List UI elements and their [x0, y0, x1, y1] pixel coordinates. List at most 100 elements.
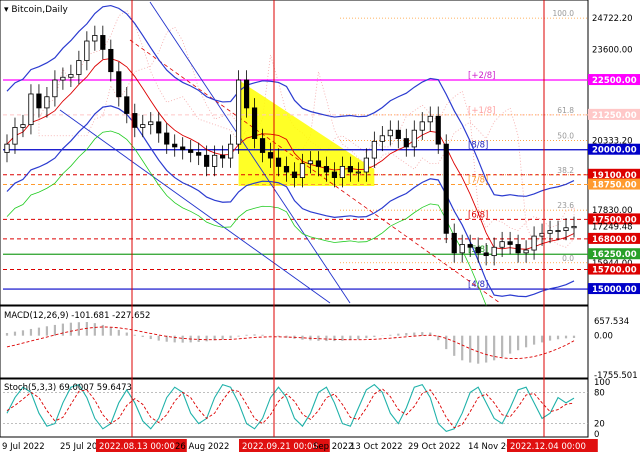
candle-body-16 — [132, 113, 138, 128]
candle-body-69 — [555, 230, 561, 232]
price-label-0: 24722.20 — [592, 14, 633, 24]
candle-body-51 — [411, 129, 417, 148]
candle-body-50 — [403, 138, 409, 148]
date-label-3: 26 Aug 2022 — [175, 442, 229, 452]
fib-label-0: 100.0 — [553, 9, 575, 18]
date-label-4: 2022.09.21 00:00 — [242, 442, 318, 452]
candle-body-20 — [164, 132, 170, 145]
candle-body-66 — [531, 235, 537, 251]
candle-body-62 — [499, 241, 505, 248]
candle-body-17 — [140, 124, 146, 128]
candle-body-55 — [443, 143, 449, 234]
date-label-9: 2022.12.04 00:00 — [510, 442, 586, 452]
candle-body-15 — [124, 96, 130, 114]
candle-body-45 — [363, 157, 369, 173]
candle-body-37 — [299, 163, 306, 178]
candle-body-71 — [571, 225, 577, 229]
price-label-7: 18750.00 — [592, 181, 637, 191]
candle-body-11 — [92, 35, 98, 42]
candle-body-38 — [307, 160, 314, 165]
price-label-15: 15000.00 — [592, 285, 637, 295]
macd-title: MACD(12,26,9) -101.681 -227.652 — [4, 311, 150, 321]
candle-body-46 — [371, 140, 377, 159]
fib-label-2: 50.0 — [557, 131, 574, 140]
price-label-2: 22500.00 — [592, 76, 637, 86]
candle-body-3 — [28, 93, 34, 126]
stoch-title: Stoch(5,3,3) 69.0007 59.6473 — [4, 383, 132, 393]
stoch-panel: 10080 200 Stoch(5,3,3) 69.0007 59.6473 — [0, 378, 610, 440]
date-label-7: 29 Oct 2022 — [408, 442, 461, 452]
murrey-label-0: [+2/8] — [468, 71, 495, 81]
chart-title: ▾ Bitcoin,Daily — [4, 5, 69, 15]
murrey-label-1: [+1/8] — [468, 106, 495, 116]
candle-body-5 — [44, 96, 50, 109]
candle-body-65 — [523, 249, 529, 254]
stoch-tick-2: 20 — [594, 420, 605, 430]
candle-body-48 — [387, 129, 393, 137]
candle-body-23 — [188, 149, 194, 153]
candle-body-25 — [204, 154, 210, 167]
candle-body-41 — [331, 171, 338, 178]
candle-body-8 — [68, 74, 74, 78]
candle-body-44 — [355, 171, 361, 174]
candle-body-12 — [100, 35, 106, 50]
candle-body-70 — [563, 227, 569, 231]
price-label-5: 20000.00 — [592, 146, 637, 156]
candle-body-39 — [315, 160, 322, 167]
candle-body-6 — [52, 79, 58, 98]
date-label-6: 13 Oct 2022 — [350, 442, 403, 452]
candle-body-2 — [20, 124, 26, 128]
candle-body-31 — [251, 107, 258, 139]
price-label-1: 23600.00 — [592, 45, 633, 55]
candle-body-1 — [12, 127, 18, 145]
candle-body-35 — [283, 166, 290, 173]
stoch-tick-0: 100 — [594, 378, 610, 388]
stoch-tick-1: 80 — [594, 388, 605, 398]
date-label-0: 9 Jul 2022 — [2, 442, 45, 452]
candle-body-32 — [259, 138, 266, 153]
candle-body-33 — [267, 152, 274, 159]
candle-body-13 — [108, 48, 114, 73]
price-label-10: 17249.48 — [592, 222, 633, 232]
candle-body-40 — [323, 166, 330, 173]
macd-panel: 657.5340.00-1755.501 MACD(12,26,9) -101.… — [0, 305, 638, 381]
candle-body-34 — [275, 157, 282, 167]
candle-body-47 — [379, 135, 385, 142]
fib-label-4: 23.6 — [557, 201, 574, 210]
price-label-14: 15700.00 — [592, 266, 637, 276]
candle-body-22 — [180, 146, 186, 151]
candle-body-68 — [547, 230, 553, 234]
candle-body-0 — [4, 143, 10, 153]
trading-chart: 100.061.850.038.223.60.0[+2/8][+1/8][8/8… — [0, 0, 640, 457]
candle-body-64 — [515, 244, 521, 254]
candle-body-28 — [228, 143, 234, 159]
candle-body-57 — [459, 244, 465, 254]
candle-body-21 — [172, 143, 178, 148]
date-label-2: 2022.08.13 00:00 — [99, 442, 175, 452]
candle-body-60 — [483, 252, 489, 257]
fib-label-3: 38.2 — [557, 166, 574, 175]
macd-tick-1: 0.00 — [594, 332, 613, 342]
candle-body-30 — [243, 79, 250, 109]
candle-body-29 — [235, 79, 242, 145]
candle-body-53 — [427, 115, 433, 123]
candle-body-9 — [76, 60, 82, 75]
candle-body-27 — [220, 154, 226, 159]
candle-body-59 — [475, 246, 481, 254]
price-label-11: 16800.00 — [592, 235, 637, 245]
candle-body-56 — [451, 232, 457, 254]
candle-body-10 — [84, 40, 90, 61]
candle-body-19 — [156, 121, 162, 134]
candle-body-7 — [60, 76, 66, 81]
candle-body-63 — [507, 241, 513, 245]
candle-body-43 — [347, 166, 353, 173]
candle-body-24 — [196, 152, 202, 156]
candle-body-54 — [435, 115, 441, 145]
price-label-3: 21250.00 — [592, 111, 637, 121]
candle-body-49 — [395, 129, 401, 139]
candle-body-36 — [291, 171, 298, 178]
candle-body-61 — [491, 246, 497, 257]
candle-body-4 — [36, 93, 42, 109]
stoch-tick-3: 0 — [594, 430, 599, 440]
candle-body-18 — [148, 121, 154, 126]
